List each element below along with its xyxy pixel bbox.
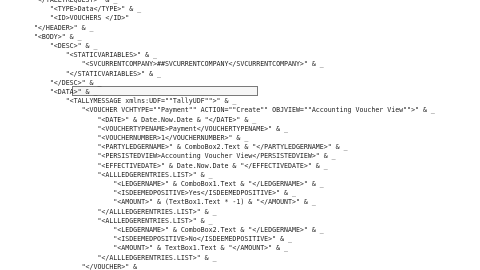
code-editor[interactable]: "</TALLYREQUEST>" & _ "<TYPE>Data</TYPE>… <box>0 0 480 270</box>
code-line-text: "<AMOUNT>" & (TextBox1.Text * -1) & "</A… <box>26 198 316 207</box>
code-line: "</ALLLEDGERENTRIES.LIST>" & _ <box>26 253 217 263</box>
code-line-text: "<VOUCHERTYPENAME>Payment</VOUCHERTYPENA… <box>26 124 289 133</box>
code-line-text: "<DATA>" & _ <box>26 88 98 96</box>
code-line: "<BODY>" & _ <box>26 33 82 42</box>
code-line-text: "<TYPE>Data</TYPE>" & _ <box>26 5 142 14</box>
code-line: "<VOUCHERTYPENAME>Payment</VOUCHERTYPENA… <box>26 125 288 134</box>
code-line-text: "</HEADER>" & _ <box>26 23 94 32</box>
code-line: "<STATICVARIABLES>" & _ <box>26 51 157 60</box>
code-line: "</ALLLEDGERENTRIES.LIST>" & _ <box>26 207 217 217</box>
code-line: "</VOUCHER>" & _ <box>26 262 146 270</box>
code-line-text: "</VOUCHER>" & _ <box>26 262 146 270</box>
code-line-text: "<EFFECTIVEDATE>" & Date.Now.Date & "</E… <box>26 161 328 170</box>
code-line: "<ALLLEDGERENTRIES.LIST>" & _ <box>26 216 213 226</box>
code-line: "</DESC>" & _ <box>26 78 102 88</box>
code-line-text: "<LEDGERNAME>" & ComboBox2.Text & "</LED… <box>26 226 324 234</box>
code-line: "<SVCURRENTCOMPANY>##SVCURRENTCOMPANY</S… <box>26 60 324 69</box>
code-line-text: "<DATE>" & Date.Now.Date & "</DATE>" & _ <box>26 115 257 124</box>
code-line: "<DATA>" & _ <box>26 88 98 97</box>
code-line: "<PERSISTEDVIEW>Accounting Voucher View<… <box>26 152 336 161</box>
code-line-text: "</TALLYREQUEST>" & _ <box>26 0 118 4</box>
code-line: "<DESC>" & _ <box>26 42 98 51</box>
code-line: "<TALLYMESSAGE xmlns:UDF=""TallyUDF"">" … <box>26 97 237 106</box>
code-line-text: "<ID>VOUCHERS </ID>" <box>26 14 130 23</box>
code-line: "<EFFECTIVEDATE>" & Date.Now.Date & "</E… <box>26 161 328 171</box>
code-line: "<LEDGERNAME>" & ComboBox2.Text & "</LED… <box>26 226 324 235</box>
code-line-text: "<ALLLEDGERENTRIES.LIST>" & _ <box>26 216 213 225</box>
code-line-text: "<PARTYLEDGERNAME>" & ComboBox2.Text & "… <box>26 143 348 152</box>
code-line: "<ID>VOUCHERS </ID>" <box>26 14 129 23</box>
code-line: "<PARTYLEDGERNAME>" & ComboBox2.Text & "… <box>26 143 348 152</box>
code-line: "<DATE>" & Date.Now.Date & "</DATE>" & _ <box>26 116 256 125</box>
code-line: "<ALLLEDGERENTRIES.LIST>" & _ <box>26 170 213 180</box>
code-line-text: "</STATICVARIABLES>" & _ <box>26 69 161 78</box>
code-line: "</HEADER>" & _ <box>26 24 94 33</box>
code-line-text: "<ISDEEMEDPOSITIVE>Yes</ISDEEMEDPOSITIVE… <box>26 189 296 198</box>
code-line-text: "<ALLLEDGERENTRIES.LIST>" & _ <box>26 170 213 179</box>
code-line-text: "<VOUCHERNUMBER>1</VOUCHERNUMBER>" & _ <box>26 134 249 142</box>
code-line-text: "<LEDGERNAME>" & ComboBox1.Text & "</LED… <box>26 180 324 188</box>
code-line: "<ISDEEMEDPOSITIVE>Yes</ISDEEMEDPOSITIVE… <box>26 189 296 198</box>
code-line: "<AMOUNT>" & TextBox1.Text & "</AMOUNT>"… <box>26 244 288 253</box>
code-line-text: "<TALLYMESSAGE xmlns:UDF=""TallyUDF"">" … <box>26 97 237 106</box>
code-line-text: "</DESC>" & _ <box>26 78 102 87</box>
code-line-text: "<SVCURRENTCOMPANY>##SVCURRENTCOMPANY</S… <box>26 60 324 69</box>
code-line: "<ISDEEMEDPOSITIVE>No</ISDEEMEDPOSITIVE>… <box>26 235 292 244</box>
code-line-text: "<ISDEEMEDPOSITIVE>No</ISDEEMEDPOSITIVE>… <box>26 235 292 244</box>
code-line: "</STATICVARIABLES>" & _ <box>26 70 161 79</box>
code-line-text: "<DESC>" & _ <box>26 42 98 50</box>
code-line-text: "<PERSISTEDVIEW>Accounting Voucher View<… <box>26 152 336 161</box>
code-line-text: "<BODY>" & _ <box>26 32 82 41</box>
code-line-text: "</ALLLEDGERENTRIES.LIST>" & _ <box>26 253 217 262</box>
code-line: "<VOUCHERNUMBER>1</VOUCHERNUMBER>" & _ <box>26 134 248 143</box>
code-line: "<LEDGERNAME>" & ComboBox1.Text & "</LED… <box>26 180 324 189</box>
code-line: "<AMOUNT>" & (TextBox1.Text * -1) & "</A… <box>26 198 316 207</box>
code-line-text: "</ALLLEDGERENTRIES.LIST>" & _ <box>26 207 217 216</box>
code-line-text: "<AMOUNT>" & TextBox1.Text & "</AMOUNT>"… <box>26 244 289 253</box>
code-line: "<VOUCHER VCHTYPE=""Payment"" ACTION=""C… <box>26 106 435 115</box>
code-line-text: "<VOUCHER VCHTYPE=""Payment"" ACTION=""C… <box>26 106 435 115</box>
code-line: "<TYPE>Data</TYPE>" & _ <box>26 5 141 14</box>
code-line-text: "<STATICVARIABLES>" & _ <box>26 51 158 60</box>
